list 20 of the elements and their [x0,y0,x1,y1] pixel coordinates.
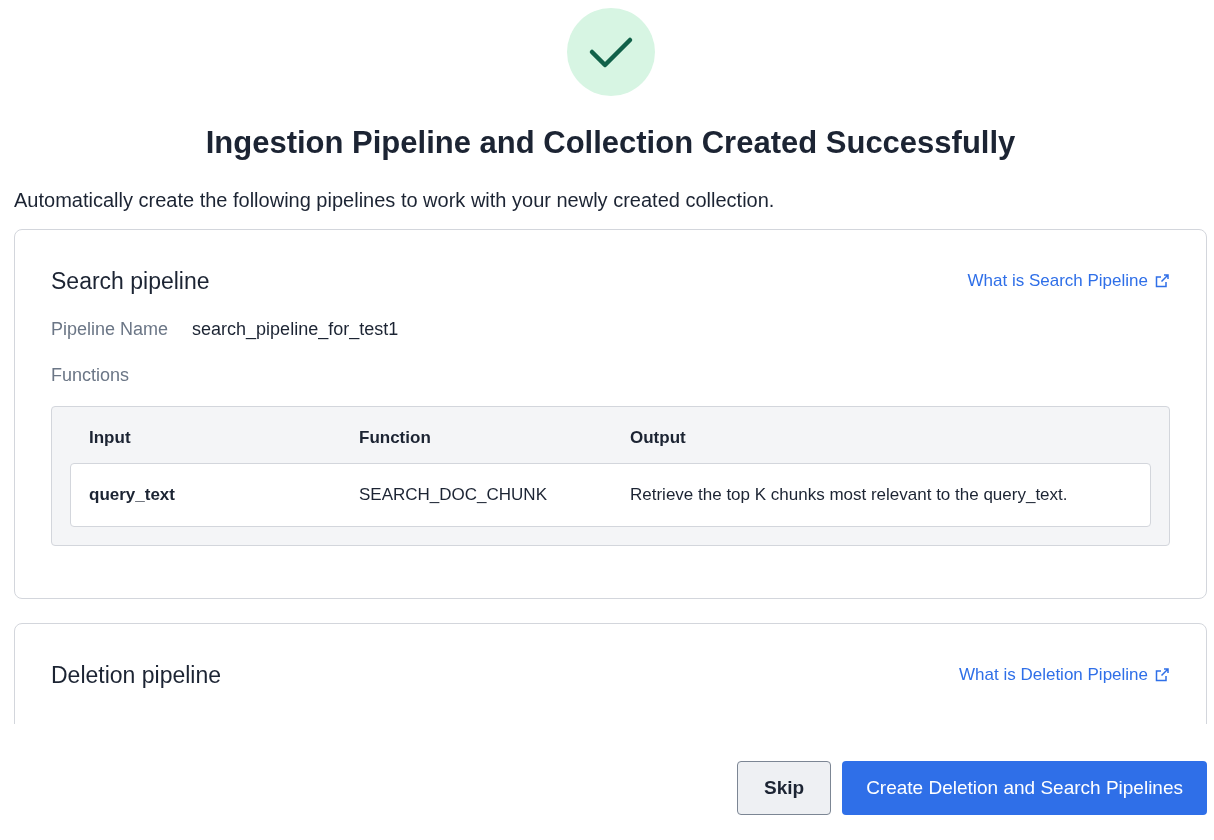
skip-button[interactable]: Skip [737,761,832,815]
table-cell-text: SEARCH_DOC_CHUNK [359,484,548,506]
description-text: Automatically create the following pipelines to work with your newly created collection. [14,188,776,212]
page-title: Ingestion Pipeline and Collection Created Successfully [205,124,1016,162]
help-link[interactable]: What is Search Pipeline [967,271,1170,291]
external-link-icon [1154,273,1170,289]
table-cell-text: Retrieve the top K chunks most relevant to the query_text. [630,484,1069,506]
column-header: Output [630,427,687,449]
help-link[interactable]: What is Deletion Pipeline [959,665,1170,685]
external-link-icon [1154,667,1170,683]
table-cell-text: query_text [89,484,176,506]
column-header: Input [89,427,132,449]
field-value: search_pipeline_for_test1 [192,318,399,340]
field-label: Functions [51,364,131,386]
success-check-icon [566,8,655,96]
pipeline-title: Deletion pipeline [51,661,222,690]
field-label: Pipeline Name [51,318,169,340]
create-button[interactable]: Create Deletion and Search Pipelines [842,761,1207,815]
pipeline-title: Search pipeline [51,267,210,296]
column-header: Function [359,427,432,449]
